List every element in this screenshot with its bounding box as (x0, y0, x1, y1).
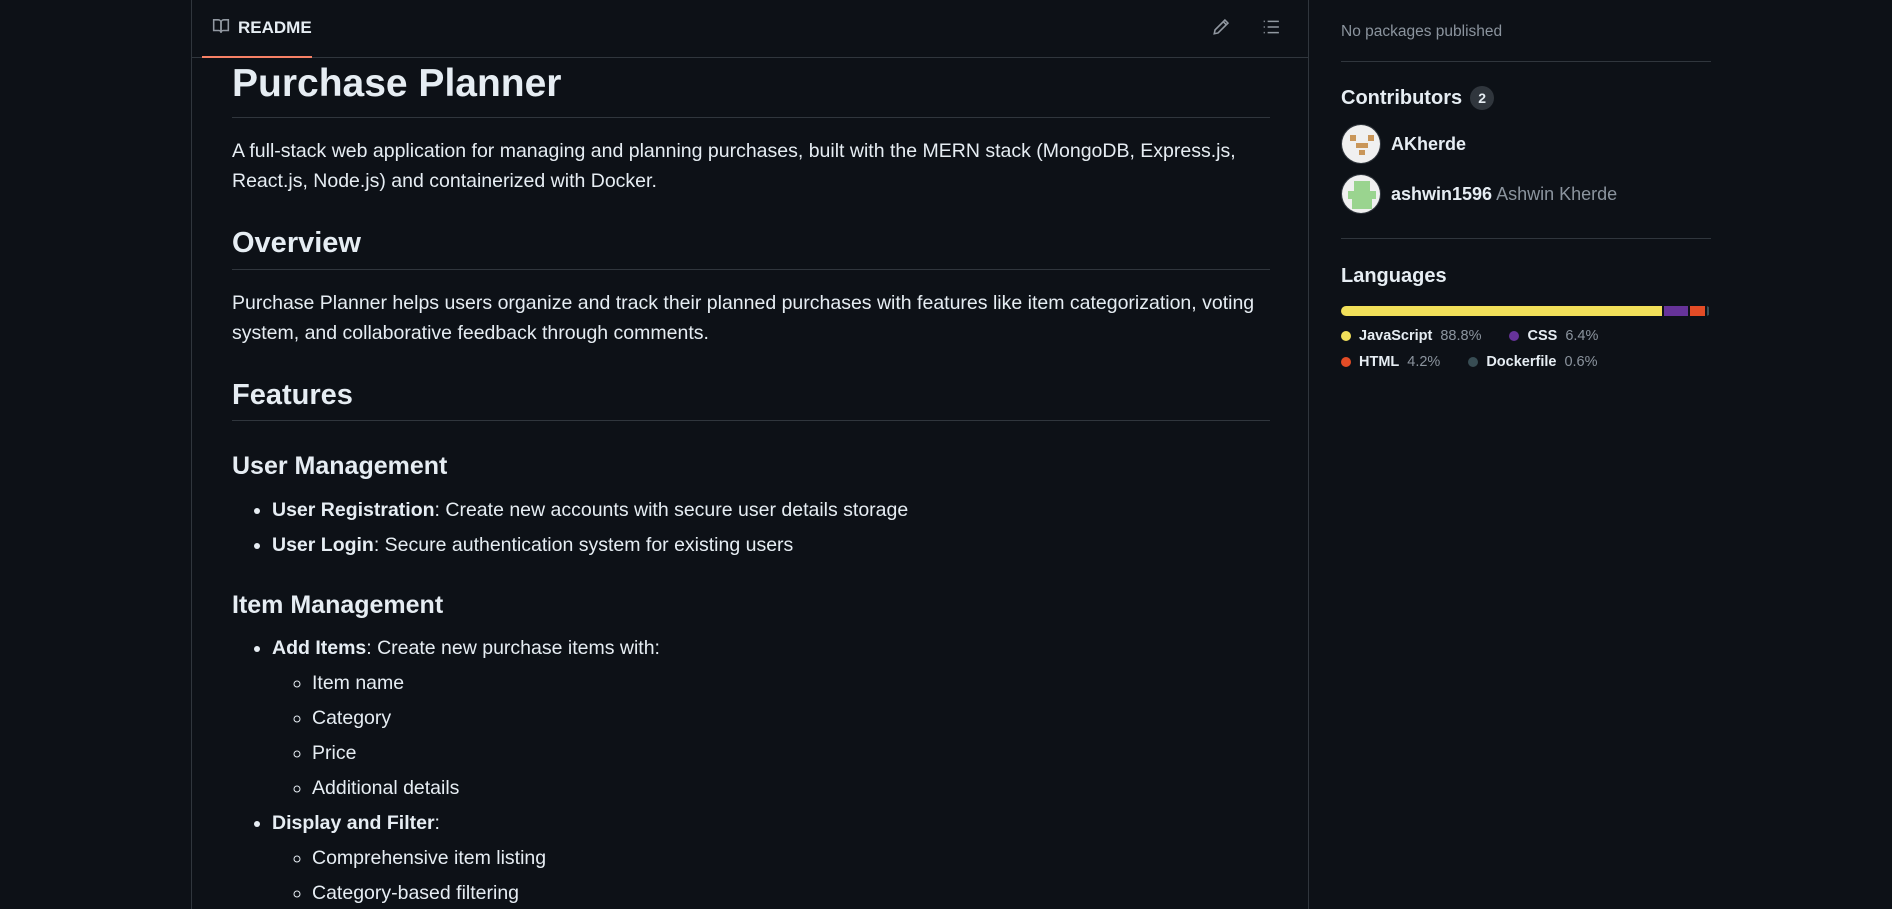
list-item-bold: User Login (272, 533, 374, 556)
overview-heading: Overview (232, 226, 1270, 270)
sub-list-item: Additional details (312, 773, 1270, 803)
readme-tab-label: README (238, 18, 312, 37)
intro-paragraph: A full-stack web application for managin… (232, 139, 1236, 192)
book-icon (212, 17, 230, 40)
language-segment (1689, 306, 1705, 316)
contributor-row[interactable]: AKherde (1341, 124, 1711, 164)
list-item-text: : Create new purchase items with: (366, 636, 660, 659)
sub-list-item: Price (312, 738, 1270, 768)
overview-paragraph: Purchase Planner helps users organize an… (232, 291, 1255, 344)
divider (1341, 61, 1711, 62)
avatar[interactable] (1341, 174, 1381, 214)
languages-heading: Languages (1341, 265, 1447, 287)
list-item: Display and Filter: Comprehensive item l… (272, 808, 1270, 908)
list-item-text: : Secure authentication system for exist… (373, 533, 794, 556)
language-color-dot (1341, 331, 1351, 341)
repo-sidebar: No packages published Contributors 2 AKh… (1341, 0, 1711, 370)
sub-list-item: Category-based filtering (312, 878, 1270, 908)
edit-button[interactable] (1206, 14, 1236, 44)
language-percent: 4.2% (1407, 354, 1441, 370)
contributor-row[interactable]: ashwin1596 Ashwin Kherde (1341, 174, 1711, 214)
list-item-bold: Add Items (272, 636, 367, 659)
sub-list: Item name Category Price Additional deta… (272, 668, 1270, 803)
pencil-icon (1212, 18, 1230, 41)
language-color-dot (1341, 357, 1351, 367)
user-management-heading: User Management (232, 452, 448, 481)
list-item-text: : (434, 811, 440, 834)
sub-list-item: Item name (312, 668, 1270, 698)
language-percent: 6.4% (1565, 328, 1599, 344)
language-name: CSS (1527, 328, 1558, 344)
item-management-list: Add Items: Create new purchase items wit… (232, 633, 1270, 908)
language-row: HTML 4.2% Dockerfile 0.6% (1341, 354, 1711, 370)
language-item-html[interactable]: HTML 4.2% (1341, 354, 1440, 370)
language-name: Dockerfile (1486, 354, 1557, 370)
contributors-heading[interactable]: Contributors 2 (1341, 86, 1711, 110)
sub-list-item: Category (312, 703, 1270, 733)
list-item-bold: User Registration (272, 498, 435, 521)
language-segment (1664, 306, 1688, 316)
language-percent: 0.6% (1564, 354, 1598, 370)
contributors-heading-label: Contributors (1341, 86, 1463, 109)
item-management-heading: Item Management (232, 590, 444, 619)
language-item-dockerfile[interactable]: Dockerfile 0.6% (1468, 354, 1598, 370)
language-name: HTML (1359, 354, 1400, 370)
list-item: Add Items: Create new purchase items wit… (272, 633, 1270, 803)
language-item-javascript[interactable]: JavaScript 88.8% (1341, 328, 1481, 344)
list-item-bold: Display and Filter (272, 811, 435, 834)
readme-content: Purchase Planner A full-stack web applic… (232, 58, 1270, 909)
language-item-css[interactable]: CSS 6.4% (1509, 328, 1598, 344)
avatar[interactable] (1341, 124, 1381, 164)
sub-list: Comprehensive item listing Category-base… (272, 843, 1270, 908)
list-item: User Registration: Create new accounts w… (272, 495, 1270, 525)
readme-header: README (192, 0, 1308, 58)
contributor-login[interactable]: ashwin1596 (1391, 184, 1492, 204)
language-name: JavaScript (1359, 328, 1433, 344)
language-percent: 88.8% (1440, 328, 1482, 344)
contributors-count: 2 (1470, 86, 1495, 110)
user-management-list: User Registration: Create new accounts w… (232, 495, 1270, 560)
contributor-login[interactable]: AKherde (1391, 134, 1466, 155)
readme-title: Purchase Planner (232, 58, 1270, 118)
list-item: User Login: Secure authentication system… (272, 530, 1270, 560)
divider (1341, 238, 1711, 239)
language-color-dot (1509, 331, 1520, 341)
list-item-text: : Create new accounts with secure user d… (434, 498, 909, 521)
contributor-name[interactable]: Ashwin Kherde (1496, 184, 1617, 204)
language-color-dot (1468, 357, 1479, 367)
language-row: JavaScript 88.8% CSS 6.4% (1341, 328, 1711, 344)
sub-list-item: Comprehensive item listing (312, 843, 1270, 873)
readme-tab[interactable]: README (202, 0, 312, 58)
language-bar (1341, 306, 1711, 316)
readme-panel: README Purchase Planner A full-stack web… (191, 0, 1309, 909)
packages-text: No packages published (1341, 23, 1503, 40)
language-segment (1341, 306, 1663, 316)
outline-button[interactable] (1256, 14, 1286, 44)
features-heading: Features (232, 378, 1270, 422)
language-segment (1706, 306, 1709, 316)
list-icon (1261, 18, 1281, 41)
